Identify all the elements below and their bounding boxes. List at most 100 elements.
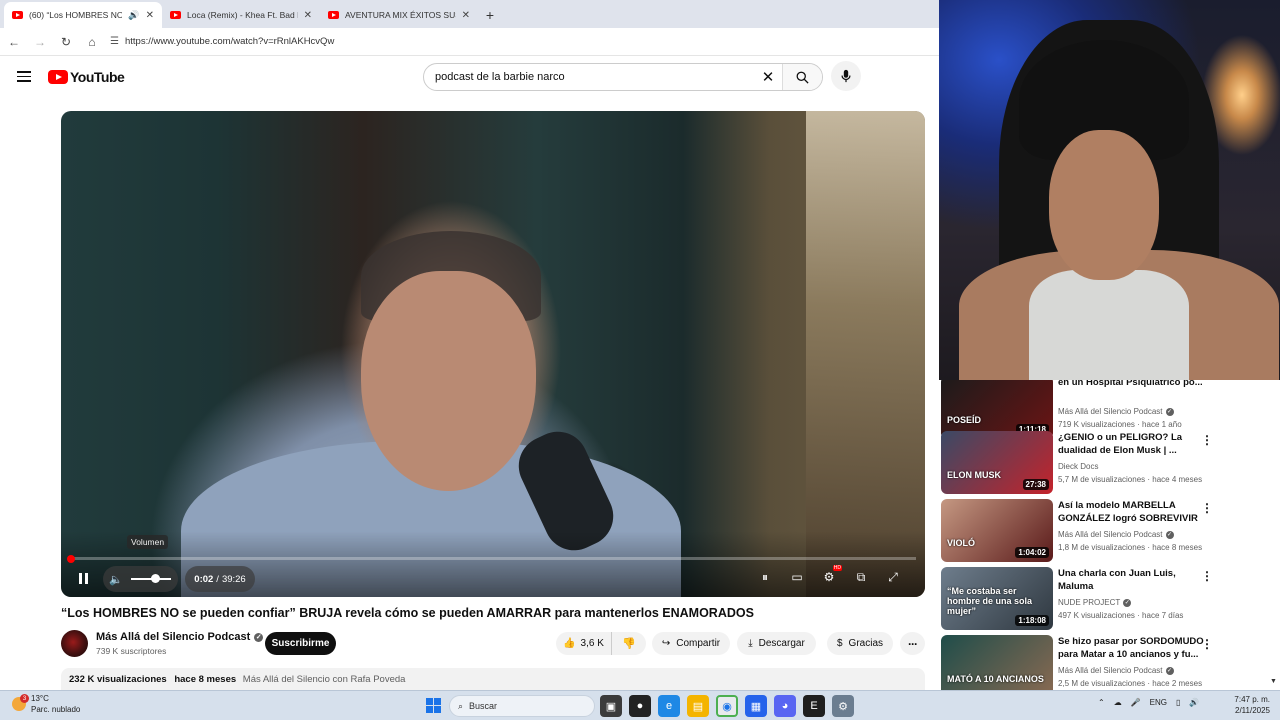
- volume-tray-icon[interactable]: 🔊: [1189, 698, 1199, 707]
- recommendation-item[interactable]: MATÓ A 10 ANCIANOS Se hizo pasar por SORD…: [941, 635, 1271, 690]
- video-thumbnail[interactable]: VIOLÓ 1:04:02: [941, 499, 1053, 562]
- more-options-icon[interactable]: ⋮: [1201, 501, 1213, 515]
- recommendation-item[interactable]: ELON MUSK 27:38 ¿GENIO o un PELIGRO? La du…: [941, 431, 1271, 495]
- channel-name-row[interactable]: Más Allá del Silencio Podcast ✓: [96, 631, 264, 643]
- back-icon[interactable]: ←: [2, 30, 26, 54]
- recommendation-meta: 497 K visualizaciones · hace 7 días: [1058, 611, 1184, 620]
- more-actions-icon[interactable]: ···: [900, 632, 925, 655]
- progress-scrubber[interactable]: [67, 555, 75, 563]
- video-thumbnail[interactable]: ELON MUSK 27:38: [941, 431, 1053, 494]
- site-info-icon[interactable]: ☰: [110, 36, 119, 47]
- recommendation-title[interactable]: Una charla con Juan Luis, Maluma: [1058, 567, 1208, 593]
- close-tab-icon[interactable]: ✕: [146, 10, 154, 21]
- recommendation-title[interactable]: Se hizo pasar por SORDOMUDO para Matar a…: [1058, 635, 1208, 661]
- menu-icon[interactable]: [17, 71, 31, 82]
- video-thumbnail[interactable]: “Me costaba ser hombre de una sola mujer…: [941, 567, 1053, 630]
- recommendation-channel[interactable]: Más Allá del Silencio Podcast ✓: [1058, 407, 1174, 416]
- description-hashtag[interactable]: Más Allá del Silencio con Rafa Poveda: [243, 674, 406, 685]
- thanks-button[interactable]: $ Gracias: [827, 632, 893, 655]
- channel-avatar[interactable]: [61, 630, 88, 657]
- recommendation-item[interactable]: “Me costaba ser hombre de una sola mujer…: [941, 567, 1271, 631]
- language-indicator[interactable]: ENG: [1150, 698, 1167, 707]
- recommendation-channel[interactable]: Dieck Docs: [1058, 462, 1098, 471]
- taskbar-search-placeholder: Buscar: [469, 701, 498, 711]
- mic-tray-icon[interactable]: 🎤: [1131, 698, 1141, 707]
- recommendation-channel[interactable]: Más Allá del Silencio Podcast ✓: [1058, 530, 1174, 539]
- video-thumbnail[interactable]: MATÓ A 10 ANCIANOS: [941, 635, 1053, 690]
- search-input[interactable]: [424, 71, 754, 83]
- scroll-down-icon[interactable]: ▼: [1270, 678, 1277, 685]
- weather-widget[interactable]: 3 13°C Parc. nublado: [12, 693, 80, 715]
- taskbar-search[interactable]: ⌕ Buscar: [449, 695, 595, 717]
- close-tab-icon[interactable]: ✕: [304, 10, 312, 21]
- upload-age: hace 4 meses: [1152, 475, 1203, 484]
- search-button[interactable]: [782, 64, 822, 90]
- download-button[interactable]: ⤓ Descargar: [737, 632, 816, 655]
- view-count: 2,5 M de visualizaciones: [1058, 679, 1146, 688]
- voice-search-button[interactable]: [831, 61, 861, 91]
- tab-title: (60) “Los HOMBRES NO se pueden confiar”: [29, 10, 123, 20]
- video-title: “Los HOMBRES NO se pueden confiar” BRUJA…: [61, 606, 754, 620]
- obs-icon[interactable]: ●: [629, 695, 651, 717]
- progress-bar[interactable]: [70, 557, 916, 560]
- tray-overflow-icon[interactable]: ⌃: [1098, 698, 1105, 707]
- store-icon[interactable]: ▦: [745, 695, 767, 717]
- chrome-icon[interactable]: ◉: [716, 695, 738, 717]
- thumbs-up-icon: 👍: [563, 638, 576, 649]
- discord-icon[interactable]: ◕: [774, 695, 796, 717]
- recommendation-title[interactable]: Así la modelo MARBELLA GONZÁLEZ logró SO…: [1058, 499, 1208, 525]
- thumbnail-text: MATÓ A 10 ANCIANOS: [947, 674, 1044, 684]
- recommendation-meta: 719 K visualizaciones · hace 1 año: [1058, 420, 1182, 429]
- volume-icon[interactable]: 🔈: [107, 570, 125, 588]
- volume-knob[interactable]: [151, 574, 160, 583]
- epic-games-icon[interactable]: E: [803, 695, 825, 717]
- more-options-icon[interactable]: ⋮: [1201, 637, 1213, 651]
- subtitles-icon[interactable]: ▭: [788, 568, 806, 586]
- recommendations-list: POSEÍD 1:11:18 en un Hospital Psiquiátrico…: [939, 380, 1280, 690]
- speaker-icon[interactable]: 🔊: [128, 10, 139, 21]
- reload-icon[interactable]: ↻: [54, 30, 78, 54]
- clock[interactable]: 7:47 p. m. 2/11/2025: [1222, 694, 1270, 716]
- fullscreen-icon[interactable]: ⤢: [884, 568, 902, 586]
- clock-time: 7:47 p. m.: [1234, 695, 1270, 704]
- address-bar[interactable]: ☰ https://www.youtube.com/watch?v=rRnlAK…: [110, 31, 933, 53]
- youtube-logo[interactable]: YouTube: [48, 69, 125, 85]
- network-icon[interactable]: ▯: [1176, 698, 1180, 707]
- like-button[interactable]: 👍 3,6 K: [556, 632, 612, 655]
- recommendation-channel[interactable]: NUDE PROJECT ✓: [1058, 598, 1132, 607]
- new-tab-button[interactable]: +: [478, 2, 502, 28]
- browser-tab[interactable]: AVENTURA MIX ÉXITOS SUS MEJORES ✕: [320, 2, 478, 28]
- edge-icon[interactable]: e: [658, 695, 680, 717]
- video-player[interactable]: Volumen 🔈 0:02 / 39:26 ⏸ ▭ ⚙ ⧉ ⤢: [61, 111, 925, 597]
- settings-app-icon[interactable]: ⚙: [832, 695, 854, 717]
- clear-search-icon[interactable]: ✕: [754, 68, 782, 86]
- dislike-button[interactable]: 👎: [612, 637, 646, 650]
- browser-tab[interactable]: Loca (Remix) - Khea Ft. Bad Bunny ✕: [162, 2, 320, 28]
- subscribe-button[interactable]: Suscribirme: [265, 632, 336, 655]
- autoplay-toggle-icon[interactable]: ⏸: [756, 568, 774, 586]
- task-view-icon[interactable]: ▣: [600, 695, 622, 717]
- more-options-icon[interactable]: ⋮: [1201, 569, 1213, 583]
- recommendation-item[interactable]: VIOLÓ 1:04:02 Así la modelo MARBELLA GONZÁ…: [941, 499, 1271, 563]
- channel-name[interactable]: Más Allá del Silencio Podcast: [96, 631, 250, 643]
- youtube-favicon-icon: [12, 11, 23, 19]
- forward-icon[interactable]: →: [28, 30, 52, 54]
- browser-tab[interactable]: (60) “Los HOMBRES NO se pueden confiar” …: [4, 2, 162, 28]
- home-icon[interactable]: ⌂: [80, 30, 104, 54]
- recommendation-channel[interactable]: Más Allá del Silencio Podcast ✓: [1058, 666, 1174, 675]
- view-count: 497 K visualizaciones: [1058, 611, 1135, 620]
- pause-button[interactable]: [72, 568, 94, 588]
- start-button[interactable]: [426, 698, 441, 713]
- onedrive-icon[interactable]: ☁: [1114, 698, 1122, 707]
- share-button[interactable]: ↪ Compartir: [652, 632, 730, 655]
- miniplayer-icon[interactable]: ⧉: [852, 568, 870, 586]
- description-box[interactable]: 232 K visualizaciones hace 8 meses Más A…: [61, 668, 925, 690]
- settings-icon[interactable]: ⚙: [820, 565, 842, 586]
- close-tab-icon[interactable]: ✕: [462, 10, 470, 21]
- volume-tooltip: Volumen: [127, 535, 169, 549]
- channel-name: Más Allá del Silencio Podcast: [1058, 666, 1163, 675]
- file-explorer-icon[interactable]: ▤: [687, 695, 709, 717]
- more-options-icon[interactable]: ⋮: [1201, 433, 1213, 447]
- recommendation-title[interactable]: ¿GENIO o un PELIGRO? La dualidad de Elon…: [1058, 431, 1208, 457]
- recommendation-title[interactable]: en un Hospital Psiquiátrico po...: [1058, 380, 1208, 389]
